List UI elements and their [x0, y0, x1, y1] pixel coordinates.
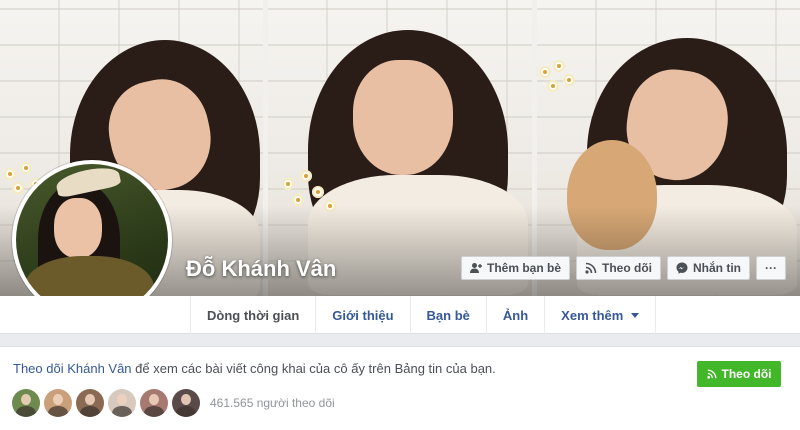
follower-avatar[interactable]	[12, 389, 40, 417]
profile-tabs: Dòng thời gian Giới thiệu Bạn bè Ảnh Xem…	[190, 296, 657, 334]
follow-profile-link[interactable]: Theo dõi Khánh Vân	[13, 361, 132, 376]
caret-down-icon	[631, 312, 640, 318]
follow-cover-label: Theo dõi	[602, 261, 652, 275]
follower-avatar[interactable]	[76, 389, 104, 417]
follow-button[interactable]: Theo dõi	[697, 361, 781, 387]
cover-photo-right	[536, 0, 800, 296]
tab-about[interactable]: Giới thiệu	[316, 296, 411, 334]
messenger-icon	[676, 262, 688, 274]
tab-more[interactable]: Xem thêm	[545, 296, 657, 334]
tab-label: Ảnh	[502, 307, 529, 323]
more-options-label: ···	[765, 261, 777, 275]
add-friend-label: Thêm bạn bè	[486, 261, 561, 275]
tab-timeline[interactable]: Dòng thời gian	[190, 296, 317, 334]
message-label: Nhắn tin	[693, 261, 741, 275]
follower-avatar[interactable]	[44, 389, 72, 417]
follow-button-label: Theo dõi	[721, 367, 772, 381]
message-button[interactable]: Nhắn tin	[667, 256, 750, 280]
profile-name[interactable]: Đỗ Khánh Vân	[186, 256, 336, 282]
tab-label: Giới thiệu	[332, 307, 394, 323]
follow-prompt-rest: để xem các bài viết công khai của cô ấy …	[131, 361, 496, 376]
cover-photo-middle	[268, 0, 532, 296]
add-friend-button[interactable]: Thêm bạn bè	[460, 256, 570, 280]
add-friend-icon	[469, 263, 482, 273]
profile-nav-bar: Dòng thời gian Giới thiệu Bạn bè Ảnh Xem…	[0, 296, 800, 334]
follower-avatar[interactable]	[172, 389, 200, 417]
follower-avatar[interactable]	[140, 389, 168, 417]
tab-friends[interactable]: Bạn bè	[411, 296, 487, 334]
rss-icon	[706, 369, 716, 379]
cover-action-buttons: Thêm bạn bè Theo dõi Nhắn tin ···	[460, 256, 786, 280]
profile-page: Đỗ Khánh Vân Thêm bạn bè Theo dõi Nhắn t…	[0, 0, 800, 430]
follow-cover-button[interactable]: Theo dõi	[576, 256, 661, 280]
tab-label: Dòng thời gian	[207, 307, 300, 323]
follow-prompt-text: Theo dõi Khánh Vân để xem các bài viết c…	[13, 361, 496, 376]
tab-label: Bạn bè	[426, 307, 470, 323]
tab-photos[interactable]: Ảnh	[487, 296, 546, 334]
follower-list: 461.565 người theo dõi	[12, 389, 335, 417]
more-options-button[interactable]: ···	[756, 256, 786, 280]
avatar-photo	[16, 164, 168, 316]
follower-count[interactable]: 461.565 người theo dõi	[210, 396, 335, 410]
rss-icon	[585, 262, 597, 274]
tab-label: Xem thêm	[561, 307, 624, 323]
follow-prompt-box: Theo dõi Khánh Vân để xem các bài viết c…	[0, 346, 800, 430]
follower-avatar[interactable]	[108, 389, 136, 417]
